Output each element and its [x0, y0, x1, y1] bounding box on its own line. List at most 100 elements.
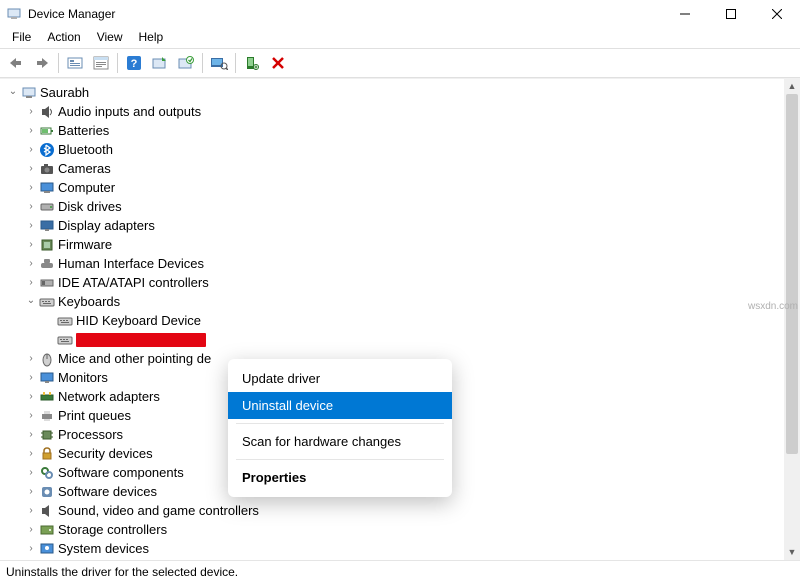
- expand-chevron-icon[interactable]: ⌄: [24, 291, 38, 310]
- tree-category[interactable]: ›Audio inputs and outputs: [6, 102, 800, 121]
- menu-file[interactable]: File: [4, 28, 39, 48]
- expand-chevron-icon[interactable]: ›: [24, 387, 38, 406]
- tree-category[interactable]: ⌄Keyboards: [6, 292, 800, 311]
- tree-category[interactable]: › System devices: [6, 539, 800, 558]
- context-menu-separator: [236, 459, 444, 460]
- tree-node-label: System devices: [58, 539, 149, 558]
- tree-category[interactable]: ›Human Interface Devices: [6, 254, 800, 273]
- tree-node-label: Software components: [58, 463, 184, 482]
- context-menu-item[interactable]: Update driver: [228, 365, 452, 392]
- context-menu-separator: [236, 423, 444, 424]
- computer-root-icon: [20, 85, 38, 101]
- context-menu-item[interactable]: Uninstall device: [228, 392, 452, 419]
- expand-chevron-icon[interactable]: ›: [24, 121, 38, 140]
- expand-chevron-icon[interactable]: ›: [24, 159, 38, 178]
- expand-chevron-icon[interactable]: ›: [24, 520, 38, 539]
- expand-chevron-icon[interactable]: ›: [24, 178, 38, 197]
- forward-button[interactable]: [30, 51, 54, 75]
- audio-icon: [38, 104, 56, 120]
- expand-chevron-icon[interactable]: ›: [24, 273, 38, 292]
- expand-chevron-icon[interactable]: ›: [24, 102, 38, 121]
- expand-chevron-icon[interactable]: ›: [24, 539, 38, 558]
- context-menu: Update driverUninstall device Scan for ha…: [228, 359, 452, 497]
- tree-node-label: Display adapters: [58, 216, 155, 235]
- expand-chevron-icon[interactable]: ›: [24, 501, 38, 520]
- toolbar: ?: [0, 48, 800, 78]
- tree-node-label: Software devices: [58, 482, 157, 501]
- tree-node-label: Disk drives: [58, 197, 122, 216]
- expand-chevron-icon[interactable]: ›: [24, 254, 38, 273]
- mouse-icon: [38, 351, 56, 367]
- toolbar-separator: [58, 53, 59, 73]
- minimize-button[interactable]: [662, 0, 708, 28]
- update-driver-button[interactable]: [148, 51, 172, 75]
- expand-chevron-icon[interactable]: ›: [24, 368, 38, 387]
- add-legacy-button[interactable]: [240, 51, 264, 75]
- tree-category[interactable]: › Computer: [6, 178, 800, 197]
- scroll-up-button[interactable]: ▲: [784, 78, 800, 94]
- properties-button[interactable]: [89, 51, 113, 75]
- scroll-thumb[interactable]: [786, 94, 798, 454]
- tree-category[interactable]: › Display adapters: [6, 216, 800, 235]
- tree-category[interactable]: › Cameras: [6, 159, 800, 178]
- tree-node-label: Cameras: [58, 159, 111, 178]
- expand-chevron-icon[interactable]: ›: [24, 482, 38, 501]
- tree-category[interactable]: › Disk drives: [6, 197, 800, 216]
- expand-chevron-icon[interactable]: ›: [24, 349, 38, 368]
- maximize-button[interactable]: [708, 0, 754, 28]
- tree-node-label: Firmware: [58, 235, 112, 254]
- tree-device[interactable]: ›: [6, 330, 800, 349]
- sound-icon: [38, 503, 56, 519]
- tree-node-label: Mice and other pointing de: [58, 349, 211, 368]
- tree-category[interactable]: ›Bluetooth: [6, 140, 800, 159]
- network-icon: [38, 389, 56, 405]
- menu-view[interactable]: View: [89, 28, 131, 48]
- tree-device[interactable]: ›HID Keyboard Device: [6, 311, 800, 330]
- menu-action[interactable]: Action: [39, 28, 88, 48]
- expand-chevron-icon[interactable]: ›: [24, 140, 38, 159]
- expand-chevron-icon[interactable]: ›: [24, 425, 38, 444]
- help-button[interactable]: ?: [122, 51, 146, 75]
- menubar: File Action View Help: [0, 28, 800, 48]
- tree-category[interactable]: ›Batteries: [6, 121, 800, 140]
- tree-category[interactable]: › Firmware: [6, 235, 800, 254]
- statusbar: Uninstalls the driver for the selected d…: [0, 560, 800, 582]
- back-button[interactable]: [4, 51, 28, 75]
- menu-help[interactable]: Help: [131, 28, 172, 48]
- expand-chevron-icon[interactable]: ›: [24, 463, 38, 482]
- tree-node-label: Computer: [58, 178, 115, 197]
- disk-icon: [38, 199, 56, 215]
- tree-node-label: Processors: [58, 425, 123, 444]
- tree-node-label: Sound, video and game controllers: [58, 501, 259, 520]
- printer-icon: [38, 408, 56, 424]
- monitor-icon: [38, 370, 56, 386]
- expand-chevron-icon[interactable]: ›: [24, 406, 38, 425]
- show-hidden-button[interactable]: [63, 51, 87, 75]
- watermark: wsxdn.com: [748, 301, 798, 312]
- scan-hardware-button[interactable]: [207, 51, 231, 75]
- close-button[interactable]: [754, 0, 800, 28]
- context-menu-item[interactable]: Scan for hardware changes: [228, 428, 452, 455]
- window-title: Device Manager: [28, 7, 662, 21]
- vertical-scrollbar[interactable]: ▲ ▼: [784, 78, 800, 560]
- app-icon: [6, 6, 22, 22]
- tree-category[interactable]: › Sound, video and game controllers: [6, 501, 800, 520]
- softcomp-icon: [38, 465, 56, 481]
- tree-node-label: HID Keyboard Device: [76, 311, 201, 330]
- tree-category[interactable]: ›IDE ATA/ATAPI controllers: [6, 273, 800, 292]
- scroll-down-button[interactable]: ▼: [784, 544, 800, 560]
- context-menu-item[interactable]: Properties: [228, 464, 452, 491]
- expand-chevron-icon[interactable]: ›: [24, 216, 38, 235]
- keyboard-icon: [56, 332, 74, 348]
- remove-button[interactable]: [266, 51, 290, 75]
- expand-chevron-icon[interactable]: ⌄: [6, 82, 20, 101]
- expand-chevron-icon[interactable]: ›: [24, 444, 38, 463]
- uninstall-button[interactable]: [174, 51, 198, 75]
- display-icon: [38, 218, 56, 234]
- tree-category[interactable]: ›Storage controllers: [6, 520, 800, 539]
- tree-root[interactable]: ⌄Saurabh: [6, 83, 800, 102]
- expand-chevron-icon[interactable]: ›: [24, 197, 38, 216]
- expand-chevron-icon[interactable]: ›: [24, 235, 38, 254]
- battery-icon: [38, 123, 56, 139]
- svg-text:?: ?: [131, 58, 138, 70]
